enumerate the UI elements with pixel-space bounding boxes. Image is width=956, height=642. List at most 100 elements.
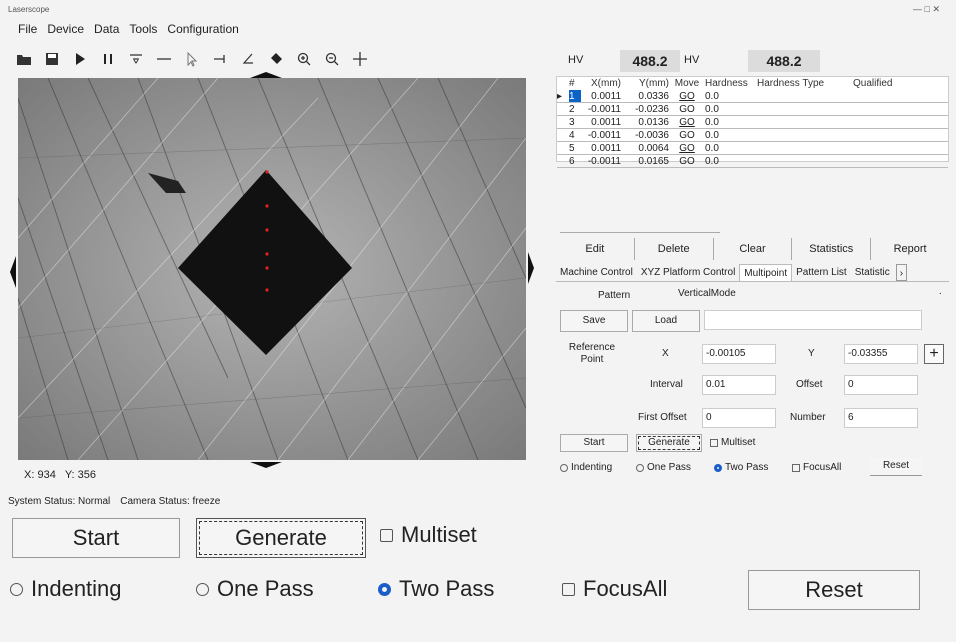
radio-selected-icon <box>378 582 391 596</box>
row-y: 0.0336 <box>638 91 669 102</box>
reference-x-field[interactable]: -0.00105 <box>702 344 776 364</box>
pan-right-arrow-icon[interactable] <box>528 252 534 284</box>
menu-data[interactable]: Data <box>94 22 119 40</box>
row-index: 6 <box>569 156 575 167</box>
camera-status: Camera Status: freeze <box>120 496 221 507</box>
go-button[interactable]: GO <box>673 155 701 167</box>
checkbox-icon <box>562 582 575 596</box>
col-hardness-type: Hardness Type <box>757 78 825 89</box>
save-icon[interactable] <box>38 48 66 70</box>
reference-y-field[interactable]: -0.03355 <box>844 344 918 364</box>
points-table[interactable]: # X(mm) Y(mm) Move Hardness Hardness Typ… <box>556 76 949 168</box>
offset-field[interactable]: 0 <box>844 375 918 395</box>
row-index: 5 <box>569 143 575 154</box>
pattern-select-value: VerticalMode <box>678 288 736 299</box>
offset-label: Offset <box>796 379 823 390</box>
indenting-radio-large[interactable]: Indenting <box>10 576 122 602</box>
add-point-icon[interactable]: + <box>924 344 944 364</box>
one-pass-label-large: One Pass <box>217 576 314 601</box>
go-button[interactable]: GO <box>673 116 701 128</box>
two-pass-radio-large[interactable]: Two Pass <box>378 576 494 602</box>
measure-icon[interactable] <box>206 48 234 70</box>
delete-button[interactable]: Delete <box>635 238 714 260</box>
start-button[interactable]: Start <box>560 434 628 452</box>
focusall-checkbox-large[interactable]: FocusAll <box>562 576 667 602</box>
tab-machine-control[interactable]: Machine Control <box>556 264 637 281</box>
table-row[interactable]: 3 0.0011 0.0136 GO 0.0 <box>557 116 948 129</box>
load-button[interactable]: Load <box>632 310 700 332</box>
cursor-icon[interactable] <box>178 48 206 70</box>
menu-file[interactable]: File <box>18 22 37 40</box>
multiset-checkbox[interactable]: Multiset <box>710 437 755 448</box>
zoomed-controls: Start Generate Multiset Indenting One Pa… <box>0 508 956 642</box>
report-button[interactable]: Report <box>871 238 949 260</box>
one-pass-radio[interactable]: One Pass <box>636 462 691 473</box>
clear-button[interactable]: Clear <box>714 238 793 260</box>
crosshair-icon[interactable] <box>346 48 374 70</box>
microscope-view[interactable] <box>18 78 526 460</box>
tab-scroll-right-icon[interactable]: › <box>895 264 908 281</box>
go-button[interactable]: GO <box>673 129 701 141</box>
table-row[interactable]: 4 -0.0011 -0.0036 GO 0.0 <box>557 129 948 142</box>
pattern-select[interactable]: VerticalMode · <box>678 288 942 304</box>
pattern-file-field[interactable] <box>704 310 922 330</box>
tab-pattern-list[interactable]: Pattern List <box>792 264 851 281</box>
focusall-checkbox[interactable]: FocusAll <box>792 462 841 473</box>
two-pass-radio[interactable]: Two Pass <box>714 462 768 473</box>
table-row[interactable]: 2 -0.0011 -0.0236 GO 0.0 <box>557 103 948 116</box>
angle-icon[interactable] <box>234 48 262 70</box>
radio-icon <box>560 463 568 472</box>
table-row[interactable]: 5 0.0011 0.0064 GO 0.0 <box>557 142 948 155</box>
pan-down-arrow-icon[interactable] <box>250 462 282 468</box>
radio-icon <box>196 582 209 596</box>
row-index: 2 <box>569 104 575 115</box>
go-button[interactable]: GO <box>673 103 701 115</box>
edit-button[interactable]: Edit <box>556 238 635 260</box>
menu-tools[interactable]: Tools <box>129 22 157 40</box>
first-offset-field[interactable]: 0 <box>702 408 776 428</box>
col-y: Y(mm) <box>639 78 669 89</box>
row-index: 1 <box>569 90 581 102</box>
zoom-in-icon[interactable] <box>290 48 318 70</box>
number-field[interactable]: 6 <box>844 408 918 428</box>
number-label: Number <box>790 412 826 423</box>
row-index: 4 <box>569 130 575 141</box>
play-icon[interactable] <box>66 48 94 70</box>
statistics-button[interactable]: Statistics <box>792 238 872 260</box>
pan-left-arrow-icon[interactable] <box>10 256 16 288</box>
tab-xyz-platform-control[interactable]: XYZ Platform Control <box>637 264 739 281</box>
start-button-large[interactable]: Start <box>12 518 180 558</box>
go-button[interactable]: GO <box>673 142 701 154</box>
generate-button[interactable]: Generate <box>636 434 702 452</box>
go-button[interactable]: GO <box>673 90 701 102</box>
line-icon[interactable] <box>150 48 178 70</box>
table-row[interactable]: 6 -0.0011 0.0165 GO 0.0 <box>557 155 948 168</box>
multiset-checkbox-large[interactable]: Multiset <box>380 522 477 548</box>
indenting-radio[interactable]: Indenting <box>560 462 612 473</box>
save-button[interactable]: Save <box>560 310 628 332</box>
pause-icon[interactable] <box>94 48 122 70</box>
one-pass-radio-large[interactable]: One Pass <box>196 576 314 602</box>
reset-button[interactable]: Reset <box>870 458 922 476</box>
eraser-icon[interactable] <box>262 48 290 70</box>
hv-label-1: HV <box>568 54 584 66</box>
generate-button-large[interactable]: Generate <box>196 518 366 558</box>
interval-field[interactable]: 0.01 <box>702 375 776 395</box>
pan-up-arrow-icon[interactable] <box>250 72 282 78</box>
filter-icon[interactable] <box>122 48 150 70</box>
tab-statistic[interactable]: Statistic <box>851 264 894 281</box>
multiset-label-large: Multiset <box>401 522 477 547</box>
first-offset-label: First Offset <box>638 412 687 423</box>
window-controls[interactable]: — □ ✕ <box>913 4 940 15</box>
menu-configuration[interactable]: Configuration <box>167 22 238 40</box>
title-bar: Laserscope — □ ✕ <box>0 0 956 20</box>
table-row[interactable]: ▸ 1 0.0011 0.0336 GO 0.0 <box>557 90 948 103</box>
open-folder-icon[interactable] <box>10 48 38 70</box>
tab-multipoint[interactable]: Multipoint <box>739 264 793 281</box>
reset-button-large[interactable]: Reset <box>748 570 920 610</box>
coord-y-label: Y: <box>64 469 75 481</box>
toolbar <box>10 48 374 70</box>
zoom-out-icon[interactable] <box>318 48 346 70</box>
row-x: -0.0011 <box>587 130 621 141</box>
menu-device[interactable]: Device <box>47 22 84 40</box>
